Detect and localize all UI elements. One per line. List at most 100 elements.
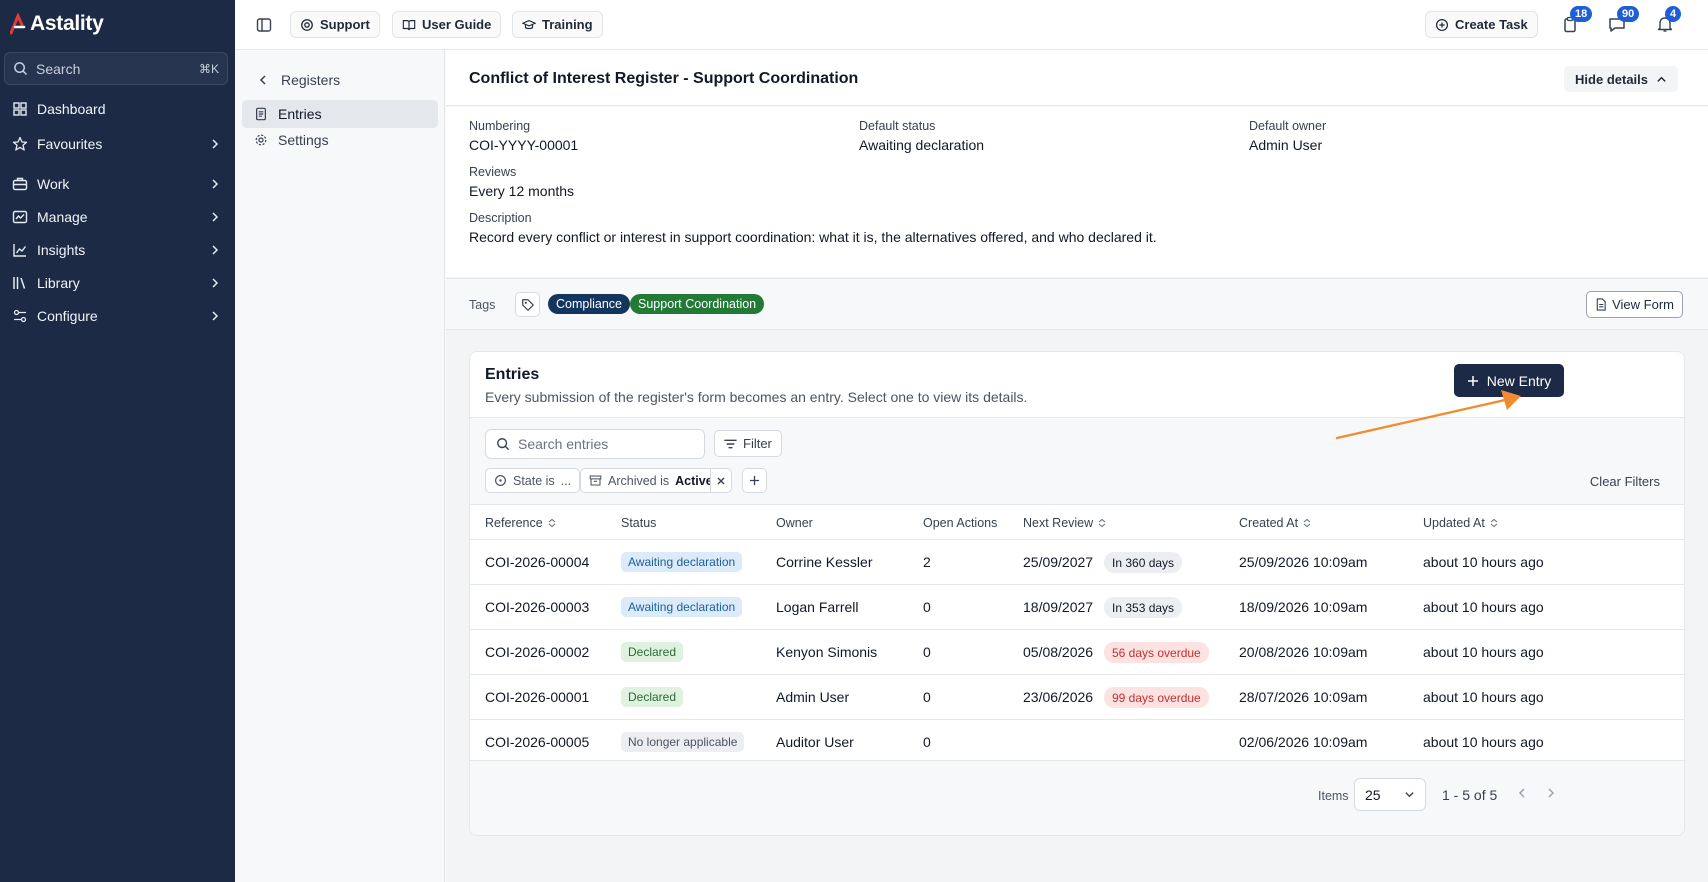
items-per-page-value: 25 — [1365, 786, 1381, 803]
column-reference[interactable]: Reference — [485, 516, 557, 530]
state-filter-value: ... — [560, 473, 572, 488]
cell-next-review: 05/08/2026 — [1023, 644, 1094, 660]
nav-item-work[interactable]: Work — [0, 169, 235, 199]
view-form-button[interactable]: View Form — [1586, 291, 1683, 318]
state-filter-chip[interactable]: State is ... — [485, 468, 581, 493]
lifebuoy-icon — [301, 18, 313, 31]
table-row[interactable]: COI-2026-00003 Awaiting declaration Logan … — [470, 585, 1684, 630]
tags-label: Tags — [469, 298, 496, 312]
nav-item-manage[interactable]: Manage — [0, 202, 235, 232]
review-due-badge: In 360 days — [1104, 552, 1183, 573]
tag-compliance[interactable]: Compliance — [548, 294, 631, 314]
hide-details-button[interactable]: Hide details — [1564, 66, 1678, 92]
default-owner-label: Default owner — [1249, 119, 1327, 133]
hide-details-label: Hide details — [1575, 71, 1648, 87]
next-page-button[interactable] — [1545, 787, 1557, 799]
cell-next-review: 18/09/2027 — [1023, 599, 1094, 615]
cell-open-actions: 0 — [923, 644, 931, 660]
star-icon — [12, 136, 28, 151]
column-owner: Owner — [776, 516, 813, 530]
nav-item-library[interactable]: Library — [0, 268, 235, 298]
chevron-right-icon — [212, 311, 219, 321]
user-guide-label: User Guide — [422, 17, 492, 32]
tasks-button[interactable]: 18 — [1558, 6, 1593, 36]
support-button[interactable]: Support — [290, 11, 380, 38]
cell-open-actions: 2 — [923, 554, 931, 570]
table-row[interactable]: COI-2026-00004 Awaiting declaration Corrin… — [470, 540, 1684, 585]
filter-button[interactable]: Filter — [714, 430, 782, 457]
annotation-arrow-icon — [1335, 390, 1521, 440]
table-row[interactable]: COI-2026-00002 Declared Kenyon Simonis 0 05/… — [470, 630, 1684, 675]
cell-updated-at: about 10 hours ago — [1423, 689, 1544, 705]
chevron-up-icon — [1657, 76, 1666, 82]
toggle-sidebar-button[interactable] — [252, 13, 276, 37]
create-task-label: Create Task — [1455, 17, 1528, 32]
edit-tags-button[interactable] — [515, 292, 540, 317]
table-row[interactable]: COI-2026-00005 No longer applicable Audito… — [470, 720, 1684, 765]
cell-owner: Admin User — [776, 689, 850, 705]
nav-item-configure[interactable]: Configure — [0, 301, 235, 331]
column-updated-at[interactable]: Updated At — [1423, 516, 1499, 530]
nav-item-favourites[interactable]: Favourites — [0, 129, 235, 159]
user-guide-button[interactable]: User Guide — [392, 11, 502, 38]
remove-archived-filter-button[interactable] — [710, 468, 732, 493]
subnav-item-entries[interactable]: Entries — [242, 100, 438, 128]
chevron-right-icon — [212, 139, 219, 149]
review-due-badge: In 353 days — [1104, 597, 1183, 618]
cell-next-review: 23/06/2026 — [1023, 689, 1094, 705]
chevron-right-icon — [1548, 788, 1555, 798]
cell-reference: COI-2026-00005 — [485, 734, 590, 750]
entries-search-input[interactable]: Search entries — [485, 429, 705, 459]
training-button[interactable]: Training — [512, 11, 603, 38]
table-row[interactable]: COI-2026-00001 Declared Admin User 0 23/06/2… — [470, 675, 1684, 720]
cell-open-actions: 0 — [923, 599, 931, 615]
column-label: Reference — [485, 516, 543, 530]
add-filter-button[interactable] — [742, 468, 767, 493]
description-value: Record every conflict or interest in sup… — [469, 229, 1157, 245]
tag-support-coordination[interactable]: Support Coordination — [630, 294, 765, 314]
status-badge: Awaiting declaration — [621, 597, 743, 617]
nav-item-dashboard[interactable]: Dashboard — [0, 94, 235, 124]
back-label: Registers — [281, 72, 341, 88]
view-form-label: View Form — [1612, 297, 1674, 312]
reviews-value: Every 12 months — [469, 183, 575, 199]
sort-icon — [1098, 518, 1106, 528]
document-list-icon — [256, 107, 266, 121]
back-to-registers-link[interactable]: Registers — [257, 72, 340, 88]
items-per-page-select[interactable]: 25 — [1354, 778, 1426, 811]
global-search[interactable]: Search ⌘K — [4, 52, 228, 85]
register-subnav: Registers Entries Settings — [235, 50, 445, 882]
previous-page-button[interactable] — [1516, 787, 1528, 799]
cell-reference: COI-2026-00004 — [485, 554, 590, 570]
nav-label: Configure — [37, 308, 98, 324]
create-task-button[interactable]: Create Task — [1425, 11, 1538, 38]
column-label: Open Actions — [923, 516, 998, 530]
notifications-button[interactable]: 4 — [1653, 6, 1682, 36]
subnav-item-settings[interactable]: Settings — [242, 126, 438, 154]
plus-circle-icon — [1435, 18, 1449, 31]
sidebar-toggle-icon — [256, 18, 272, 32]
tag-icon — [521, 298, 534, 311]
cell-reference: COI-2026-00003 — [485, 599, 590, 615]
chevron-left-icon — [259, 75, 266, 85]
archived-filter-chip[interactable]: Archived is Active — [580, 468, 722, 493]
cell-updated-at: about 10 hours ago — [1423, 554, 1544, 570]
status-badge: Declared — [621, 687, 684, 707]
messages-button[interactable]: 90 — [1605, 6, 1640, 36]
filter-label: Filter — [743, 436, 772, 451]
pagination-range: 1 - 5 of 5 — [1442, 787, 1498, 803]
cell-open-actions: 0 — [923, 734, 931, 750]
close-icon — [717, 477, 725, 484]
clear-filters-button[interactable]: Clear Filters — [1590, 474, 1660, 489]
column-created-at[interactable]: Created At — [1239, 516, 1312, 530]
column-next-review[interactable]: Next Review — [1023, 516, 1107, 530]
sidebar: Astality Search ⌘K Dashboard Favourites … — [0, 0, 235, 882]
cell-owner: Logan Farrell — [776, 599, 859, 615]
cell-created-at: 25/09/2026 10:09am — [1239, 554, 1368, 570]
column-label: Next Review — [1023, 516, 1094, 530]
tags-bar: Tags Compliance Support Coordination Vie… — [446, 278, 1708, 330]
main-content: Conflict of Interest Register - Support … — [446, 50, 1708, 882]
brand-logo[interactable]: Astality — [10, 12, 104, 36]
nav-item-insights[interactable]: Insights — [0, 235, 235, 265]
chart-icon — [13, 244, 27, 257]
